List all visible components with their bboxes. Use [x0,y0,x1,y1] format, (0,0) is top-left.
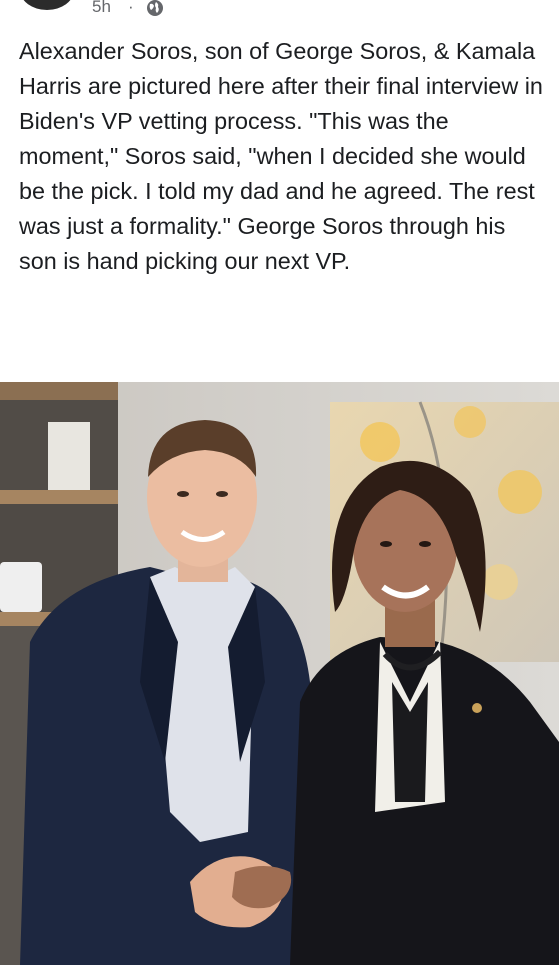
post-meta: 5h · [0,0,559,26]
globe-icon[interactable] [145,0,165,18]
profile-avatar[interactable] [20,0,74,10]
post-timestamp[interactable]: 5h [92,0,111,17]
post-body-text: Alexander Soros, son of George Soros, & … [19,38,543,274]
meta-separator: · [128,0,134,16]
facebook-post: 5h · Alexander Soros, son of George Soro… [0,0,559,965]
post-photo[interactable] [0,382,559,965]
